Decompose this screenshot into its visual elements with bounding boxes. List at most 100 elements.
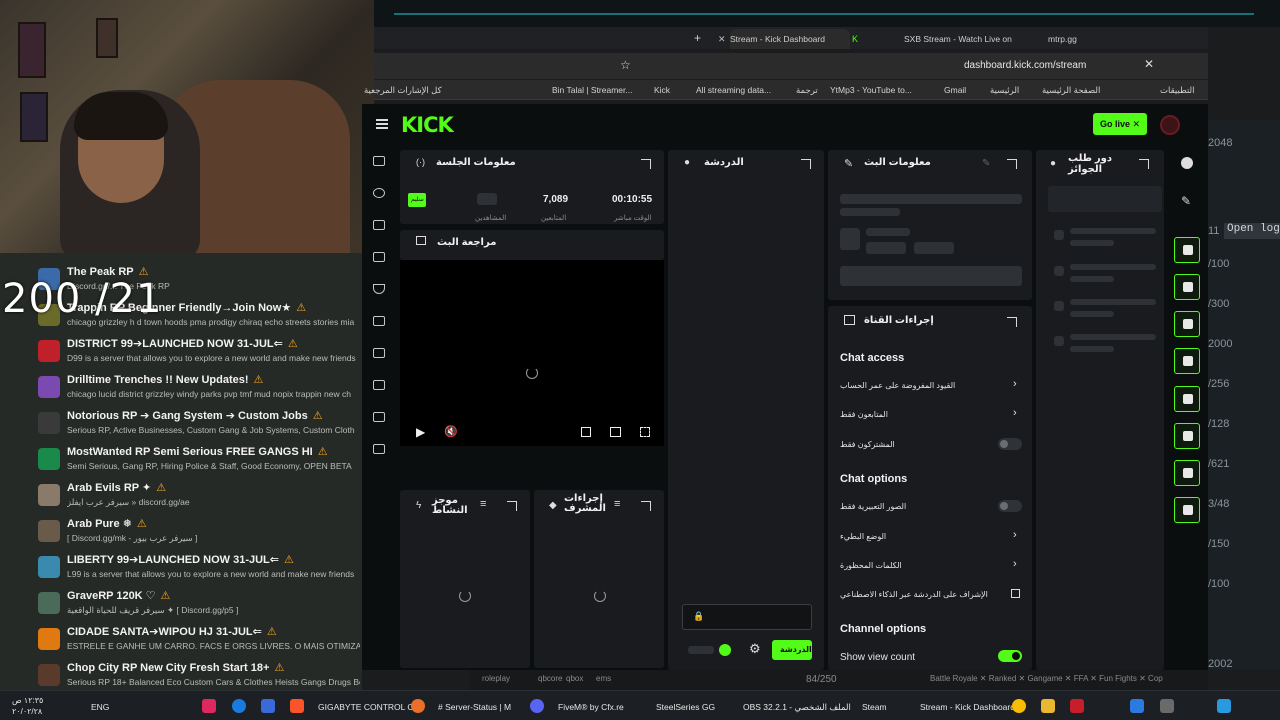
ai-moderation-option[interactable]: الإشراف على الدردشة عبر الذكاء الاصطناعي	[840, 590, 988, 599]
sidebar-video-icon[interactable]	[373, 316, 385, 326]
chat-input[interactable]: 🔒	[682, 604, 812, 630]
windows-start-icon[interactable]	[1217, 699, 1231, 713]
bookmark-item[interactable]: الصفحة الرئيسية	[1042, 85, 1100, 96]
server-row[interactable]: LIBERTY 99➔LAUNCHED NOW 31-JUL⇐ ⚠ L99 is a…	[0, 550, 362, 586]
server-row[interactable]: CIDADE SANTA➔WIPOU HJ 31-JUL⇐ ⚠ ESTRELE E …	[0, 622, 362, 658]
tiktok-icon[interactable]	[202, 699, 216, 713]
folder-icon[interactable]	[1041, 699, 1055, 713]
server-row[interactable]: MostWanted RP Semi Serious FREE GANGS HI…	[0, 442, 362, 478]
send-chat-button[interactable]: الدردشة	[772, 640, 812, 660]
play-icon[interactable]: ▶	[416, 425, 425, 439]
bookmark-item[interactable]: YtMp3 - YouTube to...	[830, 85, 912, 95]
taskbar-app[interactable]: GIGABYTE CONTROL CE	[318, 702, 419, 712]
kick-logo[interactable]: KICK	[401, 113, 454, 137]
clock-date[interactable]: ٢٠/٠٢/٢٨	[12, 707, 42, 716]
tab-kick-dashboard[interactable]: Stream - Kick Dashboard	[730, 29, 850, 49]
popout-icon[interactable]	[1007, 159, 1017, 169]
chrome-icon[interactable]	[1012, 699, 1026, 713]
server-row[interactable]: Drilltime Trenches !! New Updates! ⚠ chica…	[0, 370, 362, 406]
clock-time[interactable]: ١٢:٣٥ ص	[12, 696, 43, 705]
sidebar-payout-icon[interactable]	[373, 444, 385, 454]
followers-only-option[interactable]: المتابعون فقط	[840, 410, 888, 419]
banned-words-option[interactable]: الكلمات المحظورة	[840, 561, 902, 570]
pip-icon[interactable]	[581, 427, 591, 437]
action-tools-button[interactable]	[1174, 460, 1200, 486]
settings-gear-icon[interactable]: ⚙	[749, 641, 761, 657]
sidebar-calendar-icon[interactable]	[373, 252, 385, 262]
show-view-count-toggle[interactable]	[998, 650, 1022, 662]
taskbar-app[interactable]: Stream - Kick Dashboard	[920, 702, 1015, 712]
tab-mtrp[interactable]: mtrp.gg	[1048, 29, 1128, 49]
chevron-right-icon[interactable]: ›	[1013, 529, 1017, 541]
new-tab-button[interactable]: +	[694, 29, 701, 49]
taskbar-app[interactable]: # Server-Status | M	[438, 702, 511, 712]
popout-icon[interactable]	[507, 501, 517, 511]
language-indicator[interactable]: ENG	[91, 702, 109, 712]
sidebar-stream-icon[interactable]	[373, 156, 385, 166]
emotes-only-toggle[interactable]	[998, 500, 1022, 512]
popout-icon[interactable]	[641, 501, 651, 511]
taskbar-app[interactable]: OBS 32.2.1 - الملف الشخصي	[743, 702, 851, 713]
account-age-restriction[interactable]: القيود المفروضة على عمر الحساب	[840, 381, 955, 390]
taskbar-app[interactable]: Steam	[862, 702, 887, 712]
record-button[interactable]	[1160, 115, 1180, 135]
address-bar[interactable]: dashboard.kick.com/stream	[964, 60, 1086, 71]
bookmark-star-icon[interactable]: ☆	[620, 58, 631, 72]
action-poll-button[interactable]	[1174, 311, 1200, 337]
menu-icon[interactable]	[376, 118, 388, 130]
popout-icon[interactable]	[1007, 317, 1017, 327]
close-tab-icon[interactable]: ✕	[718, 29, 726, 49]
app-icon[interactable]	[411, 699, 425, 713]
subscribers-only-toggle[interactable]	[998, 438, 1022, 450]
server-row[interactable]: DISTRICT 99➔LAUNCHED NOW 31-JUL⇐ ⚠ D99 is …	[0, 334, 362, 370]
bookmark-item[interactable]: All streaming data...	[696, 85, 771, 95]
taskbar-app[interactable]: SteelSeries GG	[656, 702, 715, 712]
tab-sxb-stream[interactable]: SXB Stream - Watch Live on	[904, 29, 1024, 49]
filter-icon[interactable]: ≡	[480, 498, 486, 510]
server-row[interactable]: Arab Evils RP ✦ ⚠ سيرفر عرب ايفلز » discor…	[0, 478, 362, 514]
action-chat-button[interactable]	[1174, 348, 1200, 374]
edit-icon[interactable]: ✎	[982, 158, 990, 169]
bookmark-item[interactable]: Kick	[654, 85, 670, 95]
sidebar-window-icon[interactable]	[373, 220, 385, 230]
chevron-right-icon[interactable]: ›	[1013, 558, 1017, 570]
sidebar-users-icon[interactable]	[373, 412, 385, 422]
theater-icon[interactable]	[610, 427, 621, 437]
server-row[interactable]: Chop City RP New City Fresh Start 18+ ⚠ Se…	[0, 658, 362, 694]
brave-icon[interactable]	[290, 699, 304, 713]
store-icon[interactable]	[261, 699, 275, 713]
mute-icon[interactable]: 🔇	[444, 425, 458, 438]
sidebar-wrench-icon[interactable]	[373, 380, 385, 390]
bookmark-item[interactable]: Gmail	[944, 85, 966, 95]
bookmark-item[interactable]: ترجمة	[796, 85, 818, 96]
popout-icon[interactable]	[801, 159, 811, 169]
server-row[interactable]: Arab Pure ❅ ⚠ [ Discord.gg/mk - سيرفر عرب …	[0, 514, 362, 550]
server-row[interactable]: Notorious RP ➔ Gang System ➔ Custom Jobs…	[0, 406, 362, 442]
app-icon[interactable]	[1070, 699, 1084, 713]
slow-mode-option[interactable]: الوضع البطيء	[840, 532, 886, 541]
filter-icon[interactable]: ≡	[614, 498, 620, 510]
sidebar-analytics-icon[interactable]	[373, 348, 385, 358]
edge-icon[interactable]	[232, 699, 246, 713]
popout-icon[interactable]	[1139, 159, 1149, 169]
go-live-button[interactable]: Go live ✕	[1093, 113, 1147, 135]
bookmark-item[interactable]: التطبيقات	[1160, 85, 1195, 96]
app-icon[interactable]	[1160, 699, 1174, 713]
bookmark-item[interactable]: كل الإشارات المرجعية	[364, 85, 442, 96]
server-row[interactable]: GraveRP 120K ♡ ⚠ سيرفر قريف للحياة الواقعي…	[0, 586, 362, 622]
bookmark-item[interactable]: الرئيسية	[990, 85, 1019, 96]
open-log-button[interactable]: Open log	[1224, 223, 1280, 239]
action-layout-button[interactable]	[1174, 423, 1200, 449]
info-icon[interactable]	[1181, 157, 1193, 169]
stream-preview-player[interactable]	[400, 260, 664, 446]
action-raid-button[interactable]	[1174, 274, 1200, 300]
action-broadcast-button[interactable]	[1174, 386, 1200, 412]
fullscreen-icon[interactable]	[640, 427, 650, 437]
chevron-right-icon[interactable]: ›	[1013, 378, 1017, 390]
bookmark-item[interactable]: Bin Talal | Streamer...	[552, 85, 632, 95]
close-icon[interactable]: ✕	[1144, 57, 1154, 71]
external-link-icon[interactable]	[1011, 589, 1020, 598]
sidebar-link-icon[interactable]	[373, 188, 385, 198]
taskbar-app[interactable]: FiveM® by Cfx.re	[558, 702, 624, 712]
discord-icon[interactable]	[530, 699, 544, 713]
